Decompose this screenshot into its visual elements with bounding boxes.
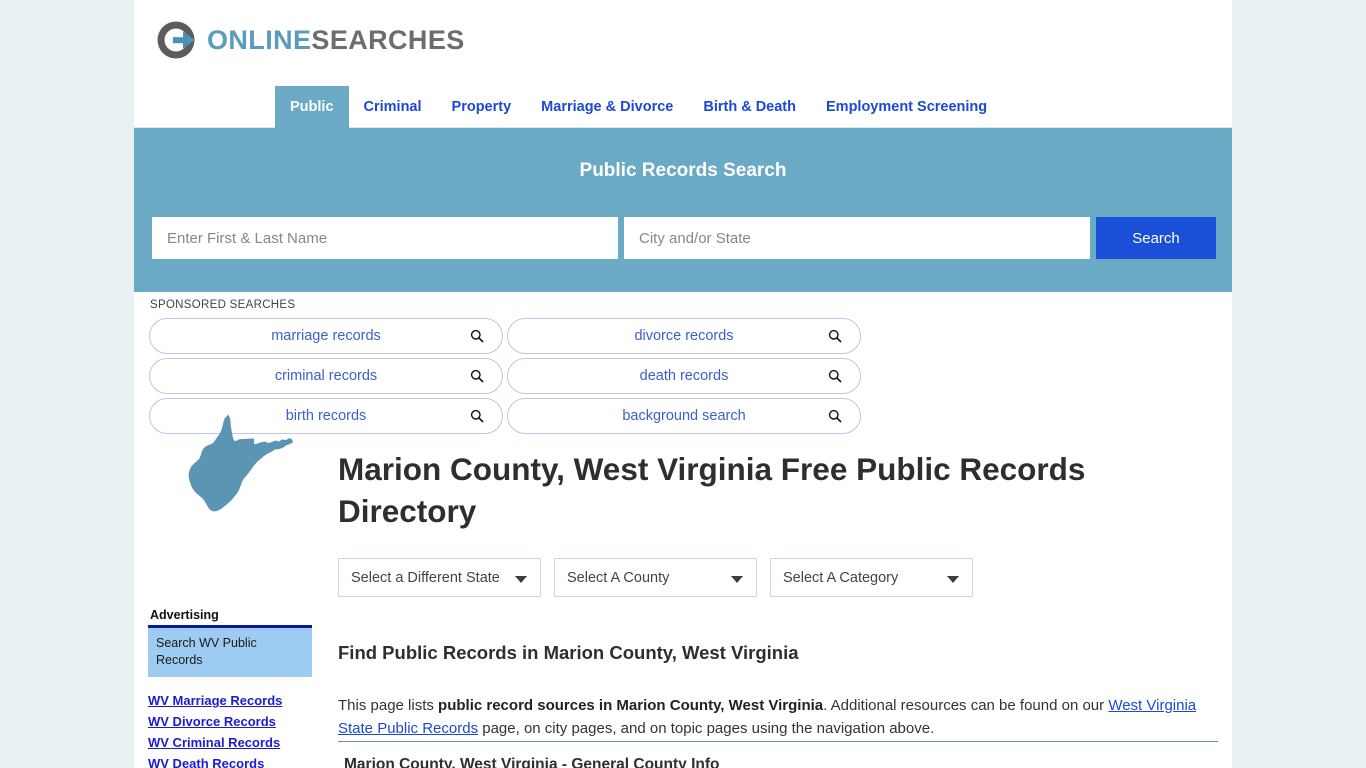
nav-label: Public: [290, 99, 334, 115]
county-select-label: Select A County: [567, 569, 670, 586]
sponsored-pill-background-search[interactable]: background search: [507, 398, 861, 434]
pill-label: death records: [639, 368, 729, 384]
sponsored-pill-criminal-records[interactable]: criminal records: [149, 358, 503, 394]
section-divider: [338, 741, 1218, 742]
search-icon: [828, 329, 842, 343]
advertising-label: Advertising: [150, 608, 219, 622]
para-part-3: page, on city pages, and on topic pages …: [478, 719, 935, 737]
chevron-down-icon: [731, 575, 743, 583]
nav-label: Employment Screening: [826, 99, 988, 115]
site-logo[interactable]: ONLINESEARCHES: [154, 17, 465, 63]
sidebar-link-wv-criminal-records[interactable]: WV Criminal Records: [148, 732, 312, 753]
intro-paragraph: This page lists public record sources in…: [338, 695, 1218, 740]
sidebar-link-wv-death-records[interactable]: WV Death Records: [148, 753, 312, 768]
category-select[interactable]: Select A Category: [770, 558, 973, 597]
page-root: ONLINESEARCHES Public Criminal Property …: [0, 0, 1366, 768]
county-select[interactable]: Select A County: [554, 558, 757, 597]
state-select[interactable]: Select a Different State: [338, 558, 541, 597]
nav-label: Birth & Death: [703, 99, 796, 115]
pill-label: background search: [622, 408, 746, 424]
nav-item-property[interactable]: Property: [437, 86, 527, 128]
logo-word-online: ONLINE: [207, 24, 312, 55]
sponsored-pill-marriage-records[interactable]: marriage records: [149, 318, 503, 354]
page-title: Marion County, West Virginia Free Public…: [338, 451, 1086, 529]
advertising-box-text: Search WV Public Records: [156, 636, 257, 667]
west-virginia-state-map-icon: [188, 414, 293, 512]
sidebar-link-wv-divorce-records[interactable]: WV Divorce Records: [148, 711, 312, 732]
search-form: Search: [152, 217, 1216, 259]
content-column: ONLINESEARCHES Public Criminal Property …: [134, 0, 1232, 768]
nav-label: Marriage & Divorce: [541, 99, 674, 115]
sidebar-link-wv-marriage-records[interactable]: WV Marriage Records: [148, 690, 312, 711]
public-records-search-hero: Public Records Search Search: [134, 128, 1232, 292]
section-heading: Find Public Records in Marion County, We…: [338, 642, 799, 664]
nav-item-birth-death[interactable]: Birth & Death: [688, 86, 811, 128]
filter-select-row: Select a Different State Select A County…: [338, 558, 973, 597]
name-search-input[interactable]: [152, 217, 618, 259]
sidebar: Advertising Search WV Public Records WV …: [148, 608, 312, 768]
sponsored-pill-divorce-records[interactable]: divorce records: [507, 318, 861, 354]
para-bold-1: public record sources in Marion County, …: [438, 697, 824, 714]
category-select-label: Select A Category: [783, 569, 899, 586]
para-part-1: This page lists: [338, 697, 439, 714]
logo-word-searches: SEARCHES: [311, 24, 465, 55]
search-icon: [470, 329, 484, 343]
para-part-2: . Additional resources can be found on o…: [823, 697, 1109, 714]
chevron-down-icon: [515, 575, 527, 583]
search-icon: [828, 409, 842, 423]
main-navigation: Public Criminal Property Marriage & Divo…: [134, 86, 1232, 128]
sponsored-pill-grid: marriage records divorce records crimina…: [149, 318, 1217, 434]
chevron-down-icon: [947, 575, 959, 583]
pill-label: divorce records: [634, 328, 734, 344]
general-county-info-heading: Marion County, West Virginia - General C…: [344, 756, 720, 768]
sponsored-pill-death-records[interactable]: death records: [507, 358, 861, 394]
sponsored-label: SPONSORED SEARCHES: [150, 299, 296, 311]
pill-label: marriage records: [271, 328, 381, 344]
circle-arrow-icon: [157, 21, 195, 59]
nav-item-public[interactable]: Public: [275, 86, 349, 128]
search-icon: [470, 369, 484, 383]
location-search-input[interactable]: [624, 217, 1090, 259]
search-icon: [828, 369, 842, 383]
pill-label: criminal records: [274, 368, 378, 384]
nav-item-criminal[interactable]: Criminal: [349, 86, 437, 128]
hero-title: Public Records Search: [579, 160, 787, 181]
advertising-box[interactable]: Search WV Public Records: [148, 625, 312, 677]
logo-wordmark: ONLINESEARCHES: [207, 24, 465, 55]
search-button[interactable]: Search: [1096, 217, 1216, 259]
nav-item-employment-screening[interactable]: Employment Screening: [811, 86, 1002, 128]
search-icon: [470, 409, 484, 423]
nav-label: Criminal: [363, 99, 422, 115]
sidebar-link-list: WV Marriage Records WV Divorce Records W…: [148, 690, 312, 768]
nav-label: Property: [451, 99, 512, 115]
state-select-label: Select a Different State: [351, 569, 500, 586]
nav-item-marriage-divorce[interactable]: Marriage & Divorce: [526, 86, 688, 128]
